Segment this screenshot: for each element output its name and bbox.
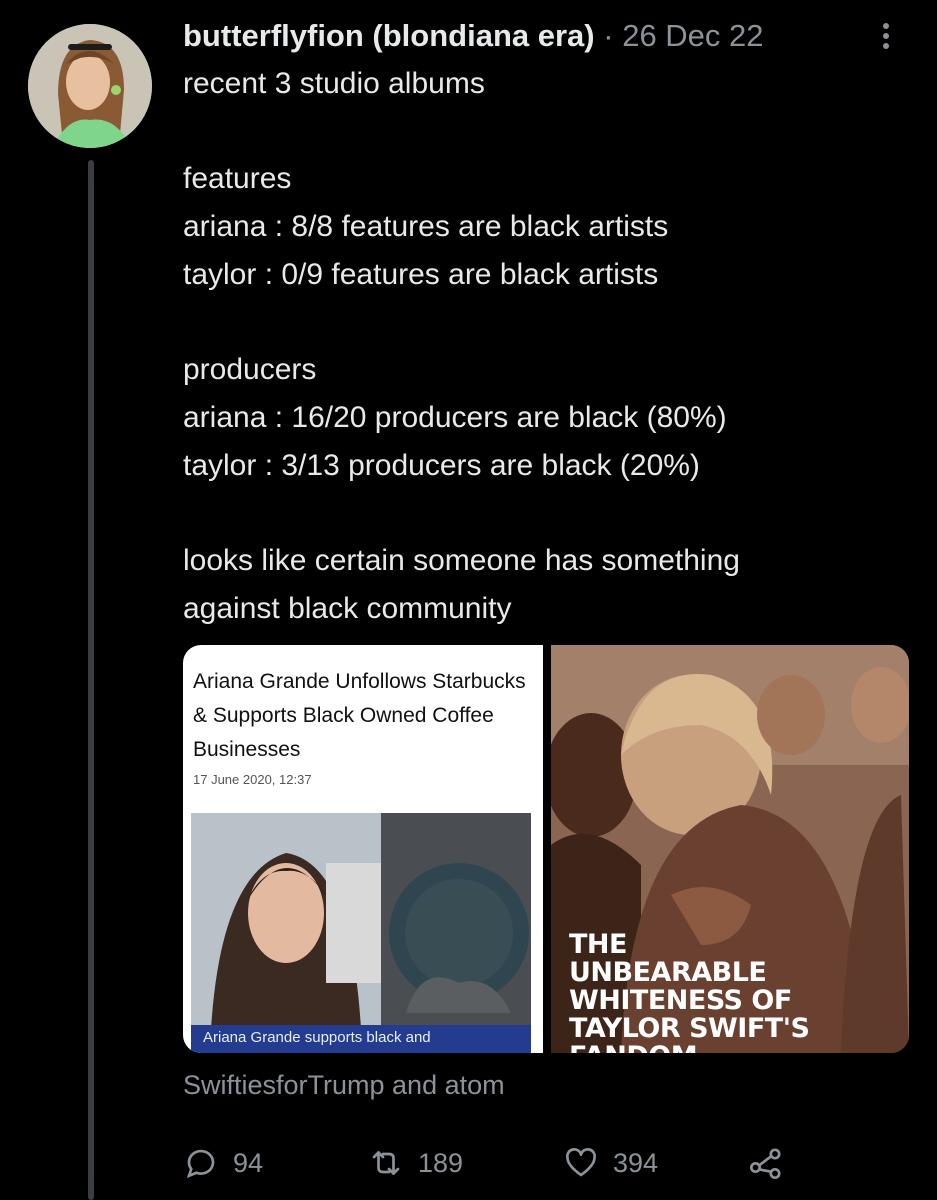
media-grid: Ariana Grande Unfollows Starbucks & Supp…	[183, 645, 909, 1053]
share-button[interactable]	[748, 1140, 798, 1186]
retweet-count: 189	[418, 1147, 464, 1178]
like-button[interactable]: 394	[563, 1140, 658, 1186]
reply-button[interactable]: 94	[183, 1140, 263, 1186]
action-bar: 94 189 394	[183, 1140, 833, 1190]
replying-to[interactable]: SwiftiesforTrump and atom	[183, 1070, 505, 1101]
like-icon	[566, 1148, 596, 1177]
media-divider	[543, 645, 551, 1053]
separator: ·	[603, 18, 614, 53]
thread-line	[88, 160, 94, 1200]
media-image-headline[interactable]: THE UNBEARABLE WHITENESS OF TAYLOR SWIFT…	[551, 645, 909, 1053]
avatar[interactable]	[28, 24, 152, 148]
like-count: 394	[613, 1147, 659, 1178]
article-date: 17 June 2020, 12:37	[193, 772, 312, 787]
reply-count: 94	[233, 1147, 264, 1178]
headline-text: THE UNBEARABLE WHITENESS OF TAYLOR SWIFT…	[569, 929, 810, 1054]
article-caption: Ariana Grande supports black and	[191, 1025, 531, 1053]
tweet-date[interactable]: 26 Dec 22	[622, 18, 763, 53]
article-title: Ariana Grande Unfollows Starbucks & Supp…	[193, 670, 526, 761]
media-image-article[interactable]: Ariana Grande Unfollows Starbucks & Supp…	[183, 645, 543, 1053]
tweet-header: butterflyfion (blondiana era) · 26 Dec 2…	[183, 14, 764, 58]
retweet-button[interactable]: 189	[368, 1140, 463, 1186]
tweet-text: recent 3 studio albums features ariana :…	[183, 67, 740, 625]
article-photo	[191, 813, 531, 1029]
more-vertical-icon[interactable]	[872, 16, 900, 56]
retweet-icon	[372, 1151, 400, 1175]
share-icon	[749, 1148, 781, 1180]
username[interactable]: butterflyfion (blondiana era)	[183, 18, 595, 53]
reply-icon	[186, 1149, 215, 1179]
